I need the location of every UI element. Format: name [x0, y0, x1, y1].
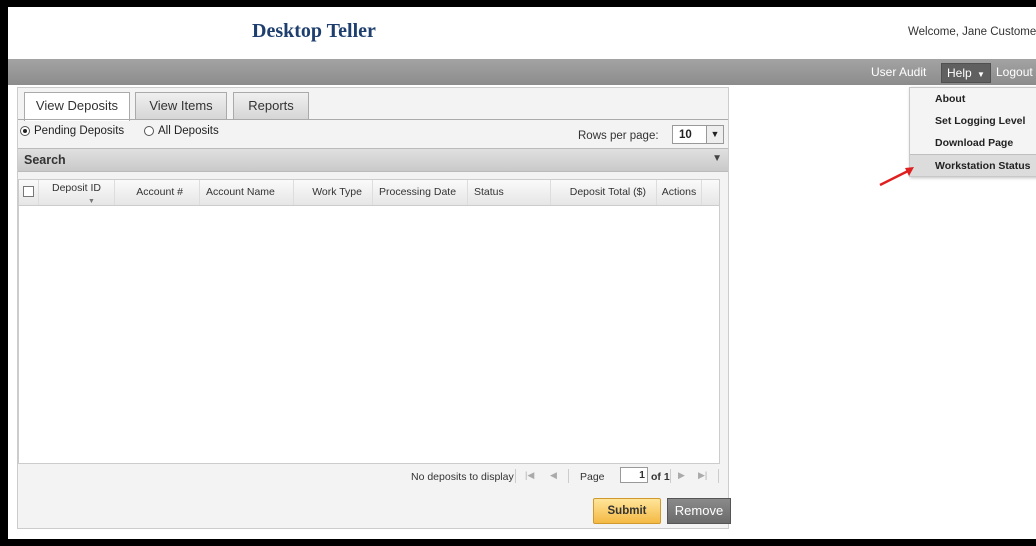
- app-title: Desktop Teller: [252, 20, 376, 42]
- page-label: Page: [580, 471, 605, 483]
- grid-header: Deposit ID ▼ Account # Account Name Work…: [19, 180, 719, 206]
- column-account-number[interactable]: Account #: [115, 180, 200, 205]
- select-all-cell: [19, 180, 39, 205]
- deposits-grid: Deposit ID ▼ Account # Account Name Work…: [18, 179, 720, 464]
- menu-item-set-logging-level[interactable]: Set Logging Level: [910, 110, 1036, 132]
- tab-view-deposits[interactable]: View Deposits: [24, 92, 130, 121]
- radio-all-label: All Deposits: [158, 125, 219, 137]
- menu-item-workstation-status[interactable]: Workstation Status: [910, 154, 1036, 176]
- top-header: Desktop Teller Welcome, Jane Customer: [8, 7, 1036, 59]
- tab-view-items[interactable]: View Items: [135, 92, 227, 119]
- radio-pending-label: Pending Deposits: [34, 125, 125, 137]
- last-page-icon[interactable]: ▶|: [698, 470, 707, 481]
- prev-page-icon[interactable]: ◀: [550, 470, 557, 481]
- menu-help[interactable]: Help ▼: [941, 63, 991, 83]
- rows-per-page-value: 10: [679, 129, 692, 141]
- pager-separator: [670, 469, 671, 483]
- pager-separator: [568, 469, 569, 483]
- pager-separator: [515, 469, 516, 483]
- search-section-header[interactable]: Search ▼: [18, 148, 728, 172]
- menu-help-label: Help: [947, 66, 972, 80]
- next-page-icon[interactable]: ▶: [678, 470, 685, 481]
- menu-logout[interactable]: Logout: [996, 65, 1033, 79]
- column-status[interactable]: Status: [468, 180, 551, 205]
- column-actions: Actions: [657, 180, 702, 205]
- rows-per-page-select[interactable]: 10 ▼: [672, 125, 724, 144]
- pager-separator: [718, 469, 719, 483]
- app-window: Desktop Teller Welcome, Jane Customer Us…: [8, 7, 1036, 539]
- tab-reports[interactable]: Reports: [233, 92, 309, 119]
- tab-divider: [18, 119, 728, 120]
- no-deposits-message: No deposits to display: [411, 471, 514, 483]
- menu-bar: User Audit Help ▼ Logout: [8, 59, 1036, 85]
- rows-per-page-label: Rows per page:: [578, 130, 659, 142]
- pager: No deposits to display |◀ ◀ Page 1 of 1 …: [18, 464, 728, 488]
- remove-button[interactable]: Remove: [667, 498, 731, 524]
- radio-all-deposits[interactable]: All Deposits: [144, 125, 219, 137]
- radio-unselected-icon: [144, 126, 154, 136]
- column-account-name[interactable]: Account Name: [200, 180, 294, 205]
- column-processing-date[interactable]: Processing Date: [373, 180, 468, 205]
- chevron-down-icon[interactable]: ▼: [706, 126, 723, 143]
- sort-desc-icon: ▼: [88, 198, 95, 205]
- column-work-type[interactable]: Work Type: [294, 180, 373, 205]
- page-number-input[interactable]: 1: [620, 467, 648, 483]
- help-dropdown-menu: About Set Logging Level Download Page Wo…: [909, 87, 1036, 177]
- column-deposit-id-label: Deposit ID: [51, 182, 102, 194]
- red-arrow-annotation: [879, 167, 914, 187]
- search-title: Search: [24, 153, 66, 167]
- first-page-icon[interactable]: |◀: [525, 470, 534, 481]
- select-all-checkbox[interactable]: [23, 186, 34, 197]
- radio-selected-icon: [20, 126, 30, 136]
- caret-down-icon: ▼: [977, 70, 985, 79]
- submit-button[interactable]: Submit: [593, 498, 661, 524]
- menu-user-audit[interactable]: User Audit: [871, 65, 926, 79]
- radio-pending-deposits[interactable]: Pending Deposits: [20, 125, 124, 137]
- column-deposit-id[interactable]: Deposit ID ▼: [39, 180, 115, 205]
- page-of-label: of 1: [651, 471, 670, 483]
- deposits-panel: View Deposits View Items Reports Pending…: [17, 87, 731, 529]
- menu-item-download-page[interactable]: Download Page: [910, 132, 1036, 154]
- collapse-triangle-icon[interactable]: ▼: [712, 153, 722, 164]
- column-deposit-total[interactable]: Deposit Total ($): [551, 180, 657, 205]
- menu-item-about[interactable]: About: [910, 88, 1036, 110]
- welcome-text: Welcome, Jane Customer: [908, 26, 1036, 38]
